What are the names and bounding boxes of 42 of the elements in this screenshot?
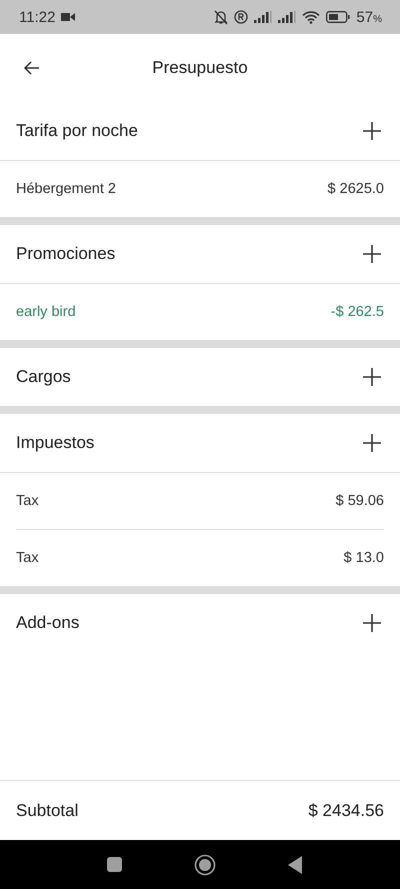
circle-icon xyxy=(194,854,216,876)
section-title: Add-ons xyxy=(16,613,80,633)
line-item-amount: $ 2625.0 xyxy=(328,181,384,197)
add-icon xyxy=(362,244,382,264)
add-icon xyxy=(362,121,382,141)
add-button[interactable] xyxy=(360,365,384,389)
add-icon xyxy=(362,433,382,453)
home-button[interactable] xyxy=(194,854,216,876)
line-item-label: early bird xyxy=(16,304,76,320)
subtotal-label: Subtotal xyxy=(16,800,78,820)
triangle-icon xyxy=(288,856,302,874)
line-item-amount: $ 59.06 xyxy=(336,493,384,509)
battery-level: 57% xyxy=(356,8,382,26)
signal-icon xyxy=(278,11,296,23)
add-button[interactable] xyxy=(360,431,384,455)
add-button[interactable] xyxy=(360,611,384,635)
video-camera-icon xyxy=(61,12,76,22)
add-button[interactable] xyxy=(360,119,384,143)
line-item-label: Hébergement 2 xyxy=(16,181,116,197)
section-title: Tarifa por noche xyxy=(16,121,138,141)
line-item-amount: $ 13.0 xyxy=(344,550,384,566)
signal-icon xyxy=(254,11,272,23)
section-title: Impuestos xyxy=(16,433,94,453)
recents-button[interactable] xyxy=(106,857,122,872)
square-icon xyxy=(106,857,122,872)
line-item-amount: -$ 262.5 xyxy=(330,304,384,320)
subtotal-amount: $ 2434.56 xyxy=(308,800,384,820)
back-arrow-icon xyxy=(24,61,40,75)
line-item-label: Tax xyxy=(16,550,39,566)
registered-icon xyxy=(234,10,248,24)
bell-off-icon xyxy=(214,10,228,24)
section-title: Promociones xyxy=(16,244,116,264)
wifi-icon xyxy=(302,10,320,24)
page-title: Presupuesto xyxy=(152,58,248,78)
section-title: Cargos xyxy=(16,367,71,387)
add-icon xyxy=(362,367,382,387)
status-time: 11:22 xyxy=(19,8,56,26)
back-nav-button[interactable] xyxy=(288,856,302,874)
line-item-label: Tax xyxy=(16,493,39,509)
battery-icon xyxy=(326,11,350,23)
add-button[interactable] xyxy=(360,242,384,266)
add-icon xyxy=(362,613,382,633)
